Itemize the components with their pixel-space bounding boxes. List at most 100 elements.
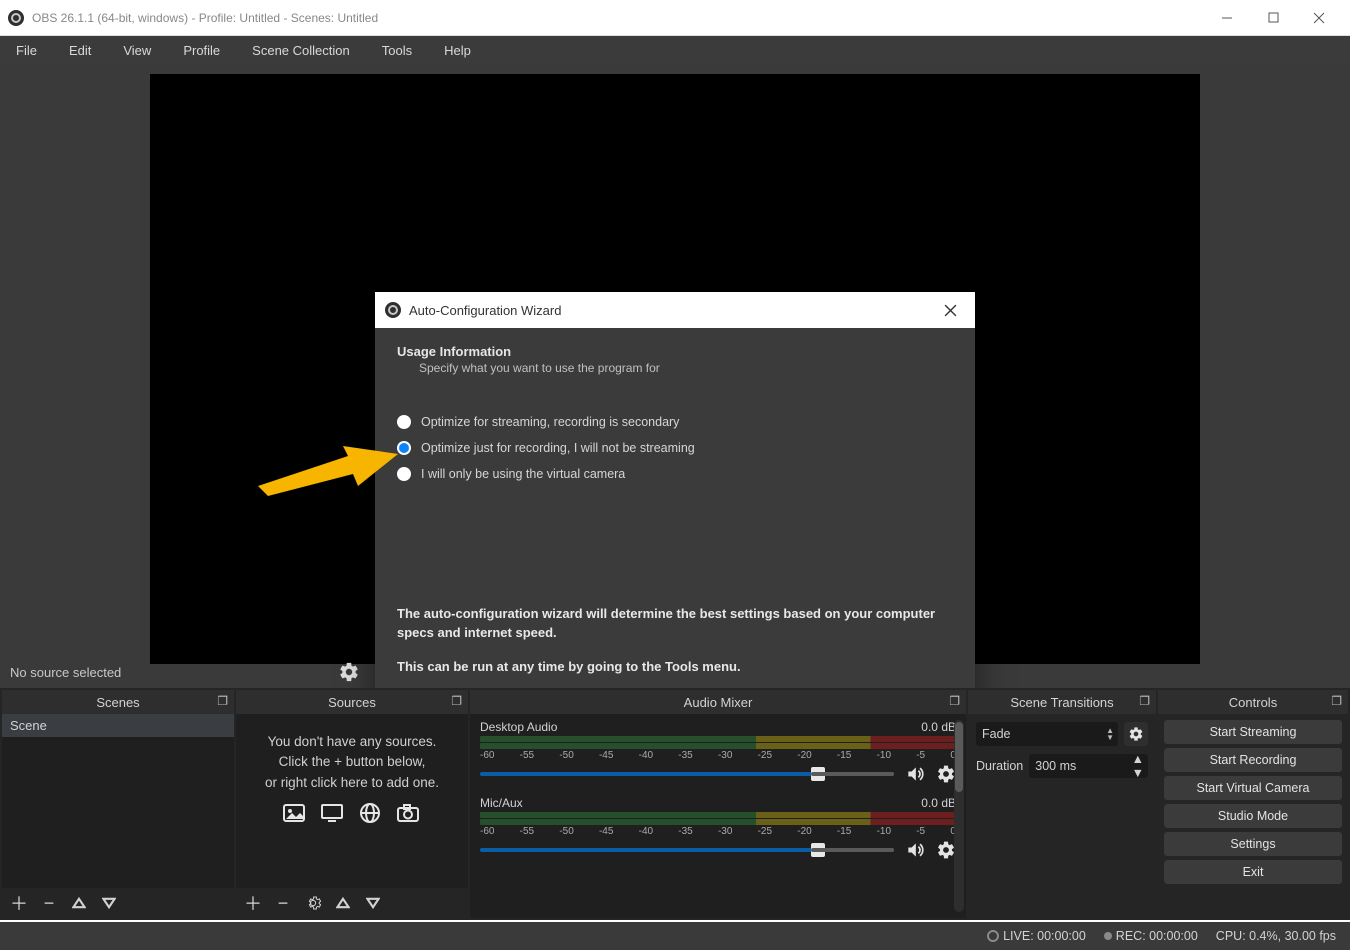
dock-header: Sources ❐: [236, 690, 468, 714]
menu-view[interactable]: View: [115, 39, 159, 62]
speaker-icon[interactable]: [904, 840, 926, 860]
popout-icon[interactable]: ❐: [451, 694, 462, 708]
scenes-list[interactable]: Scene: [2, 714, 234, 888]
workspace: No source selected Auto-Configuration Wi…: [0, 64, 1350, 688]
dock-header: Audio Mixer ❐: [470, 690, 966, 714]
menu-edit[interactable]: Edit: [61, 39, 99, 62]
channel-settings-icon[interactable]: [936, 840, 956, 860]
wizard-desc-line: This can be run at any time by going to …: [397, 657, 953, 677]
start-recording-button[interactable]: Start Recording: [1164, 748, 1342, 772]
sources-toolbar: ＋ −: [236, 888, 468, 918]
start-streaming-button[interactable]: Start Streaming: [1164, 720, 1342, 744]
remove-source-button[interactable]: −: [274, 893, 292, 914]
channel-name: Mic/Aux: [480, 796, 523, 810]
window-controls: [1204, 3, 1342, 33]
sources-empty-hint: You don't have any sources. Click the + …: [236, 714, 468, 845]
wizard-title: Auto-Configuration Wizard: [409, 303, 936, 318]
camera-source-icon: [394, 801, 424, 827]
status-cpu: CPU: 0.4%, 30.00 fps: [1216, 929, 1336, 943]
menu-help[interactable]: Help: [436, 39, 479, 62]
audio-mixer-dock: Audio Mixer ❐ Desktop Audio 0.0 dB -60-5…: [470, 690, 966, 918]
scene-item[interactable]: Scene: [2, 714, 234, 737]
volume-slider[interactable]: [480, 848, 894, 852]
popout-icon[interactable]: ❐: [949, 694, 960, 708]
docks: Scenes ❐ Scene ＋ − Sources ❐ You don't h…: [0, 688, 1350, 920]
wizard-body: Usage Information Specify what you want …: [375, 328, 975, 720]
channel-name: Desktop Audio: [480, 720, 557, 734]
move-scene-down-button[interactable]: [100, 896, 118, 910]
scene-transitions-dock: Scene Transitions ❐ Fade ▲▼ Duration 300…: [968, 690, 1156, 918]
minimize-button[interactable]: [1204, 3, 1250, 33]
transitions-body: Fade ▲▼ Duration 300 ms ▲▼: [968, 714, 1156, 918]
radio-icon: [397, 467, 411, 481]
menu-tools[interactable]: Tools: [374, 39, 420, 62]
window-title: OBS 26.1.1 (64-bit, windows) - Profile: …: [32, 11, 1204, 25]
obs-icon: [385, 302, 401, 318]
wizard-desc-line: The auto-configuration wizard will deter…: [397, 604, 953, 643]
sources-list[interactable]: You don't have any sources. Click the + …: [236, 714, 468, 888]
chevron-updown-icon: ▲▼: [1106, 727, 1114, 741]
menu-file[interactable]: File: [8, 39, 45, 62]
add-source-button[interactable]: ＋: [244, 890, 262, 916]
transition-settings-button[interactable]: [1124, 722, 1148, 746]
wizard-option-label: Optimize for streaming, recording is sec…: [421, 415, 679, 429]
dock-header: Controls ❐: [1158, 690, 1348, 714]
channel-settings-icon[interactable]: [936, 764, 956, 784]
maximize-button[interactable]: [1250, 3, 1296, 33]
audio-mixer-body: Desktop Audio 0.0 dB -60-55-50-45-40-35-…: [470, 714, 966, 918]
wizard-radio-group: Optimize for streaming, recording is sec…: [397, 415, 953, 493]
move-scene-up-button[interactable]: [70, 896, 88, 910]
statusbar: LIVE: 00:00:00 REC: 00:00:00 CPU: 0.4%, …: [0, 922, 1350, 950]
audio-channel: Mic/Aux 0.0 dB -60-55-50-45-40-35-30-25-…: [480, 796, 956, 860]
chevron-updown-icon: ▲▼: [1132, 752, 1144, 780]
speaker-icon[interactable]: [904, 764, 926, 784]
dock-title: Controls: [1229, 695, 1277, 710]
close-button[interactable]: [1296, 3, 1342, 33]
menu-scene-collection[interactable]: Scene Collection: [244, 39, 358, 62]
popout-icon[interactable]: ❐: [217, 694, 228, 708]
radio-icon: [397, 415, 411, 429]
audio-meter: -60-55-50-45-40-35-30-25-20-15-10-50: [480, 812, 956, 838]
mixer-scrollbar[interactable]: [954, 720, 964, 912]
dock-title: Scenes: [96, 695, 139, 710]
settings-button[interactable]: Settings: [1164, 832, 1342, 856]
wizard-titlebar: Auto-Configuration Wizard: [375, 292, 975, 328]
scenes-dock: Scenes ❐ Scene ＋ −: [2, 690, 234, 918]
wizard-option-streaming[interactable]: Optimize for streaming, recording is sec…: [397, 415, 953, 429]
no-source-label: No source selected: [10, 665, 121, 680]
popout-icon[interactable]: ❐: [1139, 694, 1150, 708]
scenes-toolbar: ＋ −: [2, 888, 234, 918]
broadcast-icon: [987, 930, 999, 942]
status-rec: REC: 00:00:00: [1104, 929, 1198, 943]
move-source-down-button[interactable]: [364, 896, 382, 910]
titlebar: OBS 26.1.1 (64-bit, windows) - Profile: …: [0, 0, 1350, 36]
duration-input[interactable]: 300 ms ▲▼: [1029, 754, 1148, 778]
overlay-gear-icon[interactable]: [338, 661, 360, 683]
start-virtual-camera-button[interactable]: Start Virtual Camera: [1164, 776, 1342, 800]
radio-icon: [397, 441, 411, 455]
wizard-option-label: I will only be using the virtual camera: [421, 467, 625, 481]
wizard-description: The auto-configuration wizard will deter…: [397, 604, 953, 691]
wizard-close-button[interactable]: [936, 300, 965, 321]
exit-button[interactable]: Exit: [1164, 860, 1342, 884]
dock-title: Sources: [328, 695, 376, 710]
channel-level: 0.0 dB: [921, 796, 956, 810]
studio-mode-button[interactable]: Studio Mode: [1164, 804, 1342, 828]
menu-profile[interactable]: Profile: [175, 39, 228, 62]
move-source-up-button[interactable]: [334, 896, 352, 910]
wizard-option-virtual-camera[interactable]: I will only be using the virtual camera: [397, 467, 953, 481]
remove-scene-button[interactable]: −: [40, 893, 58, 914]
duration-label: Duration: [976, 759, 1023, 773]
wizard-heading: Usage Information: [397, 344, 953, 359]
dock-title: Audio Mixer: [684, 695, 753, 710]
transition-select[interactable]: Fade ▲▼: [976, 722, 1118, 746]
wizard-option-recording[interactable]: Optimize just for recording, I will not …: [397, 441, 953, 455]
audio-channel: Desktop Audio 0.0 dB -60-55-50-45-40-35-…: [480, 720, 956, 784]
obs-icon: [8, 10, 24, 26]
add-scene-button[interactable]: ＋: [10, 890, 28, 916]
source-properties-button[interactable]: [304, 895, 322, 911]
volume-slider[interactable]: [480, 772, 894, 776]
popout-icon[interactable]: ❐: [1331, 694, 1342, 708]
channel-level: 0.0 dB: [921, 720, 956, 734]
sources-dock: Sources ❐ You don't have any sources. Cl…: [236, 690, 468, 918]
